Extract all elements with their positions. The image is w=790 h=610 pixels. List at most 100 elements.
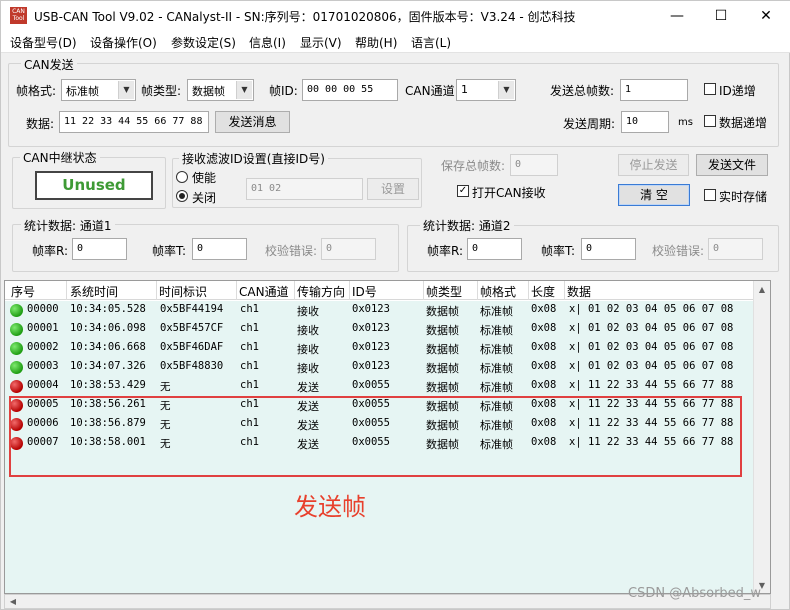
- vertical-scrollbar[interactable]: ▲ ▼: [753, 281, 770, 593]
- message-table[interactable]: 序号 系统时间 时间标识 CAN通道 传输方向 ID号 帧类型 帧格式 长度 数…: [4, 280, 771, 594]
- column-divider[interactable]: [66, 281, 67, 300]
- table-row[interactable]: 00001 10:34:06.098 0x5BF457CF ch1 接收 0x0123 数据…: [5, 320, 770, 339]
- frame-format-label: 帧格式:: [16, 84, 57, 98]
- menu-info[interactable]: 信息(I): [249, 34, 286, 51]
- menu-display[interactable]: 显示(V): [300, 34, 342, 51]
- stats-ch2-label: 统计数据: 通道2: [420, 217, 514, 234]
- id-increment-label: ID递增: [719, 84, 756, 98]
- stats-ch2-tx-label: 帧率T:: [541, 244, 576, 258]
- cell-timestamp: 0x5BF46DAF: [160, 341, 224, 353]
- column-divider[interactable]: [294, 281, 295, 300]
- table-row[interactable]: 00000 10:34:05.528 0x5BF44194 ch1 接收 0x0123 数据…: [5, 301, 770, 320]
- column-divider[interactable]: [156, 281, 157, 300]
- total-frames-input[interactable]: 1: [620, 79, 688, 101]
- column-header-frame-format[interactable]: 帧格式: [480, 283, 516, 300]
- cell-channel: ch1: [240, 303, 259, 315]
- send-message-button[interactable]: 发送消息: [215, 111, 290, 133]
- cell-seq: 00003: [27, 360, 59, 372]
- cell-data: x| 01 02 03 04 05 06 07 08: [569, 360, 734, 372]
- table-row[interactable]: 00004 10:38:53.429 无 ch1 发送 0x0055 数据帧 标准帧 0x08 x…: [5, 377, 770, 396]
- menu-bar: 设备型号(D) 设备操作(O) 参数设定(S) 信息(I) 显示(V) 帮助(H…: [1, 31, 790, 53]
- cell-frame-format: 标准帧: [480, 362, 513, 375]
- stop-send-button[interactable]: 停止发送: [618, 154, 689, 176]
- column-header-frame-type[interactable]: 帧类型: [426, 283, 462, 300]
- id-increment-checkbox[interactable]: [704, 83, 716, 95]
- send-file-button[interactable]: 发送文件: [696, 154, 768, 176]
- cell-seq: 00001: [27, 322, 59, 334]
- column-header-system-time[interactable]: 系统时间: [70, 283, 118, 300]
- column-divider[interactable]: [564, 281, 565, 300]
- frame-format-select[interactable]: 标准帧 ▼: [61, 79, 136, 101]
- column-divider[interactable]: [236, 281, 237, 300]
- column-header-seq[interactable]: 序号: [11, 283, 35, 300]
- filter-disable-radio[interactable]: [176, 190, 188, 202]
- realtime-save-label: 实时存储: [719, 190, 768, 204]
- data-input[interactable]: 11 22 33 44 55 66 77 88: [59, 111, 209, 133]
- send-period-input[interactable]: 10: [621, 111, 669, 133]
- chevron-down-icon: ▼: [498, 81, 514, 99]
- column-header-timestamp[interactable]: 时间标识: [159, 283, 207, 300]
- column-header-direction[interactable]: 传输方向: [297, 283, 345, 300]
- cell-system-time: 10:38:53.429: [70, 379, 146, 391]
- open-receive-label: 打开CAN接收: [472, 186, 546, 200]
- column-header-length[interactable]: 长度: [531, 283, 555, 300]
- filter-disable-label: 关闭: [192, 191, 217, 205]
- cell-length: 0x08: [531, 379, 557, 391]
- filter-group-label: 接收滤波ID设置(直接ID号): [179, 150, 328, 167]
- minimize-button[interactable]: —: [654, 1, 700, 31]
- filter-set-button[interactable]: 设置: [367, 178, 419, 200]
- stats-ch1-rx-value: 0: [72, 238, 127, 260]
- cell-channel: ch1: [240, 379, 259, 391]
- stats-ch1-err-value: 0: [321, 238, 376, 260]
- data-increment-checkbox[interactable]: [704, 115, 716, 127]
- can-channel-select[interactable]: 1 ▼: [456, 79, 516, 101]
- filter-enable-radio[interactable]: [176, 171, 188, 183]
- column-divider[interactable]: [477, 281, 478, 300]
- frame-type-select[interactable]: 数据帧 ▼: [187, 79, 254, 101]
- stats-ch1-label: 统计数据: 通道1: [21, 217, 115, 234]
- close-button[interactable]: ✕: [743, 1, 789, 31]
- chevron-down-icon: ▼: [118, 81, 134, 99]
- cell-id: 0x0123: [352, 341, 390, 353]
- cell-length: 0x08: [531, 341, 557, 353]
- column-divider[interactable]: [349, 281, 350, 300]
- receive-status-icon: [10, 304, 23, 317]
- menu-parameter-settings[interactable]: 参数设定(S): [171, 34, 236, 51]
- column-header-channel[interactable]: CAN通道: [239, 283, 289, 300]
- title-bar: CAN Tool USB-CAN Tool V9.02 - CANalyst-I…: [1, 1, 790, 31]
- cell-system-time: 10:34:07.326: [70, 360, 146, 372]
- column-divider[interactable]: [423, 281, 424, 300]
- menu-help[interactable]: 帮助(H): [355, 34, 397, 51]
- send-status-icon: [10, 380, 23, 393]
- scroll-left-icon[interactable]: ◀: [5, 593, 21, 610]
- table-header: 序号 系统时间 时间标识 CAN通道 传输方向 ID号 帧类型 帧格式 长度 数…: [5, 281, 770, 300]
- stats-ch1-rx-label: 帧率R:: [32, 244, 69, 258]
- menu-language[interactable]: 语言(L): [411, 34, 451, 51]
- cell-frame-type: 数据帧: [426, 343, 459, 356]
- app-window: CAN Tool USB-CAN Tool V9.02 - CANalyst-I…: [0, 0, 790, 610]
- cell-frame-type: 数据帧: [426, 362, 459, 375]
- column-divider[interactable]: [528, 281, 529, 300]
- frame-id-input[interactable]: 00 00 00 55: [302, 79, 398, 101]
- stats-ch2-tx-value: 0: [581, 238, 636, 260]
- save-total-label: 保存总帧数:: [441, 159, 506, 173]
- frame-type-value: 数据帧: [192, 85, 225, 98]
- watermark: CSDN @Absorbed_w: [628, 586, 762, 601]
- menu-device-model[interactable]: 设备型号(D): [10, 34, 77, 51]
- column-header-id[interactable]: ID号: [352, 283, 377, 300]
- menu-device-operation[interactable]: 设备操作(O): [90, 34, 157, 51]
- realtime-save-checkbox[interactable]: [704, 189, 716, 201]
- cell-timestamp: 无: [160, 381, 171, 393]
- column-header-data[interactable]: 数据: [567, 283, 591, 300]
- clear-button[interactable]: 清 空: [618, 184, 690, 206]
- open-receive-checkbox[interactable]: ✓: [457, 185, 469, 197]
- cell-system-time: 10:34:05.528: [70, 303, 146, 315]
- table-row[interactable]: 00003 10:34:07.326 0x5BF48830 ch1 接收 0x0123 数据…: [5, 358, 770, 377]
- filter-id-input[interactable]: 01 02: [246, 178, 363, 200]
- cell-seq: 00004: [27, 379, 59, 391]
- maximize-button[interactable]: ☐: [698, 1, 744, 31]
- table-row[interactable]: 00002 10:34:06.668 0x5BF46DAF ch1 接收 0x0123 数据…: [5, 339, 770, 358]
- cell-data: x| 11 22 33 44 55 66 77 88: [569, 379, 734, 391]
- scroll-up-icon[interactable]: ▲: [754, 281, 770, 298]
- data-increment-label: 数据递增: [719, 116, 768, 130]
